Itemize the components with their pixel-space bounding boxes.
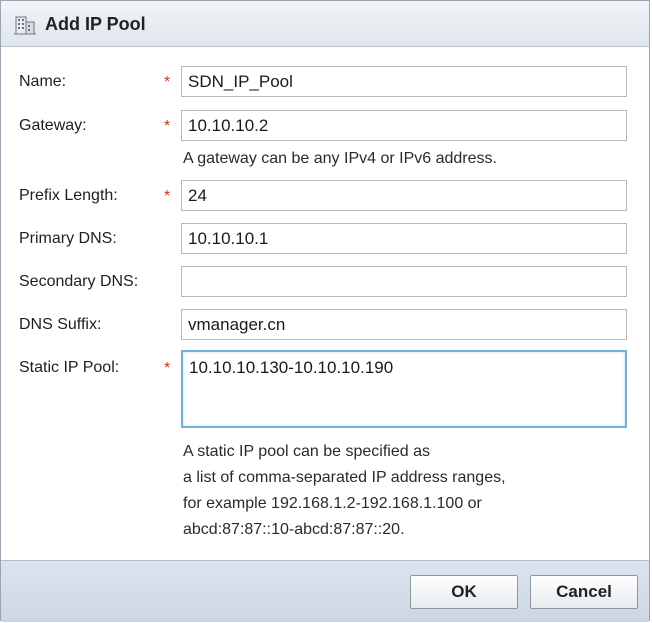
dns-suffix-label: DNS Suffix: <box>19 316 102 333</box>
prefix-length-input[interactable]: 24 <box>181 180 627 211</box>
gateway-hint: A gateway can be any IPv4 or IPv6 addres… <box>183 150 497 167</box>
secondary-dns-label: Secondary DNS: <box>19 273 139 290</box>
prefix-length-label: Prefix Length: <box>19 187 118 204</box>
prefix-length-required-mark: * <box>164 188 171 205</box>
gateway-input[interactable]: 10.10.10.2 <box>181 110 627 141</box>
primary-dns-label: Primary DNS: <box>19 230 117 247</box>
static-ip-pool-textarea[interactable]: 10.10.10.130-10.10.10.190 <box>181 350 627 428</box>
dns-suffix-input[interactable]: vmanager.cn <box>181 309 627 340</box>
static-ip-pool-label: Static IP Pool: <box>19 359 120 376</box>
add-ip-pool-dialog: Add IP Pool Name: * SDN_IP_Pool Gateway:… <box>0 0 650 622</box>
static-ip-pool-hint-line: a list of comma-separated IP address ran… <box>183 469 506 486</box>
primary-dns-input[interactable]: 10.10.10.1 <box>181 223 627 254</box>
static-ip-pool-hint-line: abcd:87:87::10-abcd:87:87::20. <box>183 521 405 538</box>
name-required-mark: * <box>164 74 171 91</box>
building-icon <box>14 16 36 35</box>
secondary-dns-input[interactable] <box>181 266 627 297</box>
static-ip-pool-hint-line: for example 192.168.1.2-192.168.1.100 or <box>183 495 482 512</box>
name-label: Name: <box>19 73 67 90</box>
dialog-title: Add IP Pool <box>45 14 146 34</box>
gateway-label: Gateway: <box>19 117 87 134</box>
gateway-required-mark: * <box>164 118 171 135</box>
name-input[interactable]: SDN_IP_Pool <box>181 66 627 97</box>
dialog-titlebar: Add IP Pool <box>1 1 649 47</box>
ok-button[interactable]: OK <box>410 575 518 609</box>
static-ip-pool-required-mark: * <box>164 360 171 377</box>
static-ip-pool-hint-line: A static IP pool can be specified as <box>183 443 430 460</box>
cancel-button[interactable]: Cancel <box>530 575 638 609</box>
